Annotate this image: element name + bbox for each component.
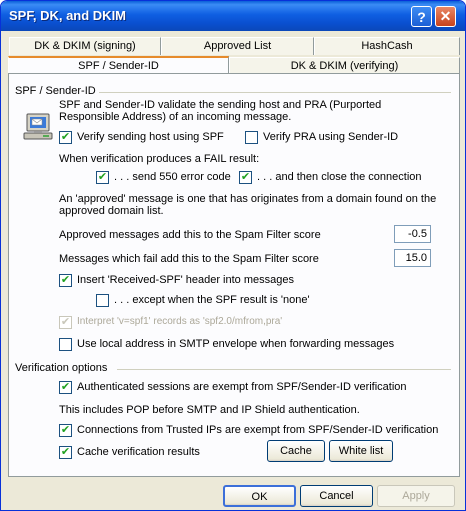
- close-icon: ✕: [439, 8, 452, 24]
- use-local-address-label: Use local address in SMTP envelope when …: [77, 338, 395, 350]
- tab-approved-list[interactable]: Approved List: [161, 37, 314, 55]
- spf-description-line2: Responsible Address) of an incoming mess…: [59, 111, 292, 123]
- help-icon: ?: [417, 8, 426, 25]
- approved-score-label: Approved messages add this to the Spam F…: [59, 229, 321, 241]
- tab-panel: SPF / Sender-ID SPF and Sender-ID valida…: [8, 73, 460, 477]
- verify-spf-checkbox[interactable]: ✔: [59, 131, 72, 144]
- verify-pra-checkbox[interactable]: [245, 131, 258, 144]
- apply-button: Apply: [377, 485, 455, 507]
- interpret-spf1-label: Interpret 'v=spf1' records as 'spf2.0/mf…: [77, 316, 283, 327]
- approved-description-line2: approved domain list.: [59, 205, 164, 217]
- verify-spf-label: Verify sending host using SPF: [77, 131, 224, 143]
- verify-pra-label: Verify PRA using Sender-ID: [263, 131, 399, 143]
- close-connection-label: . . . and then close the connection: [257, 171, 422, 183]
- verification-group-divider: [117, 369, 451, 370]
- except-none-label: . . . except when the SPF result is 'non…: [114, 294, 310, 306]
- close-connection-checkbox[interactable]: ✔: [239, 171, 252, 184]
- cancel-button[interactable]: Cancel: [300, 485, 373, 507]
- tab-hashcash[interactable]: HashCash: [314, 37, 460, 55]
- verification-group-label: Verification options: [15, 362, 108, 374]
- trusted-ip-exempt-checkbox[interactable]: ✔: [59, 424, 72, 437]
- approved-score-input[interactable]: -0.5: [394, 225, 431, 243]
- insert-header-label: Insert 'Received-SPF' header into messag…: [77, 274, 294, 286]
- cache-results-label: Cache verification results: [77, 446, 200, 458]
- cache-results-checkbox[interactable]: ✔: [59, 446, 72, 459]
- white-list-button[interactable]: White list: [329, 440, 393, 462]
- dialog-window: SPF, DK, and DKIM ? ✕ DK & DKIM (signing…: [0, 0, 466, 511]
- auth-exempt-checkbox[interactable]: ✔: [59, 381, 72, 394]
- help-button[interactable]: ?: [411, 6, 432, 27]
- spf-description-line1: SPF and Sender-ID validate the sending h…: [59, 99, 382, 111]
- tab-dk-dkim-signing[interactable]: DK & DKIM (signing): [9, 37, 161, 55]
- fail-score-input[interactable]: 15.0: [394, 249, 431, 267]
- close-button[interactable]: ✕: [435, 6, 456, 27]
- fail-score-label: Messages which fail add this to the Spam…: [59, 253, 319, 265]
- except-none-checkbox[interactable]: [96, 294, 109, 307]
- spf-group-label: SPF / Sender-ID: [15, 85, 96, 97]
- send-550-checkbox[interactable]: ✔: [96, 171, 109, 184]
- ok-button[interactable]: OK: [223, 485, 296, 507]
- fail-result-heading: When verification produces a FAIL result…: [59, 153, 260, 165]
- auth-info-text: This includes POP before SMTP and IP Shi…: [59, 404, 360, 416]
- computer-mail-icon: [23, 113, 53, 140]
- send-550-label: . . . send 550 error code: [114, 171, 231, 183]
- tab-spf-sender-id[interactable]: SPF / Sender-ID: [8, 56, 229, 74]
- spf-group-divider: [99, 92, 451, 93]
- interpret-spf1-checkbox: ✔: [59, 316, 72, 329]
- use-local-address-checkbox[interactable]: [59, 338, 72, 351]
- cache-button[interactable]: Cache: [267, 440, 325, 462]
- insert-header-checkbox[interactable]: ✔: [59, 274, 72, 287]
- approved-description-line1: An 'approved' message is one that has or…: [59, 193, 437, 205]
- trusted-ip-exempt-label: Connections from Trusted IPs are exempt …: [77, 424, 439, 436]
- title-bar[interactable]: SPF, DK, and DKIM ? ✕: [1, 1, 465, 31]
- window-title: SPF, DK, and DKIM: [9, 8, 127, 23]
- auth-exempt-label: Authenticated sessions are exempt from S…: [77, 381, 407, 393]
